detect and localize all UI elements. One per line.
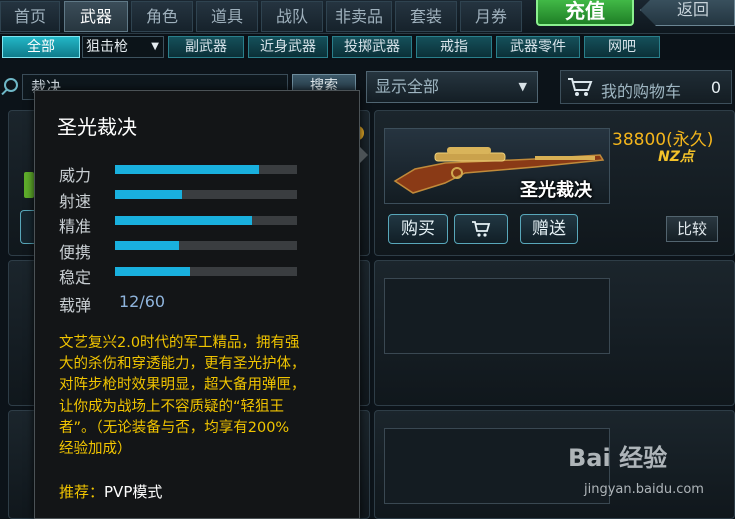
- stat-label-stability: 稳定: [59, 268, 92, 287]
- tab-characters[interactable]: 角色: [131, 1, 193, 32]
- description-line: 大的杀伤和穿透能力，更有圣光护体，: [59, 356, 306, 373]
- description-line: 者”。（无论装备与否，均享有200%: [59, 419, 290, 436]
- item-description: 文艺复兴2.0时代的军工精品，拥有强 大的杀伤和穿透能力，更有圣光护体， 对阵步…: [59, 333, 349, 460]
- tab-not-for-sale[interactable]: 非卖品: [326, 1, 392, 32]
- stat-bar-fill: [115, 165, 259, 174]
- ammo-label: 载弹: [59, 296, 92, 315]
- stat-label-portability: 便携: [59, 243, 92, 262]
- description-line: 文艺复兴2.0时代的军工精品，拥有强: [59, 335, 300, 351]
- item-tooltip: 圣光裁决 威力 射速 精准 便携 稳定 载弹 12/60 文艺复兴2.0时代的军…: [34, 90, 360, 519]
- stat-label-power: 威力: [59, 166, 92, 185]
- subtab-throwing[interactable]: 投掷武器: [332, 36, 412, 58]
- equip-indicator: [24, 172, 34, 198]
- stat-bar-fire-rate: [115, 190, 297, 199]
- recommend-line: 推荐：PVP模式: [59, 481, 162, 502]
- back-button[interactable]: 返回: [640, 0, 735, 26]
- subtab-all[interactable]: 全部: [2, 36, 80, 58]
- stat-bar-fill: [115, 216, 252, 225]
- item-image-name: 圣光裁决: [520, 180, 592, 201]
- chevron-down-icon: ▼: [151, 41, 159, 52]
- ammo-value: 12/60: [119, 292, 166, 311]
- shopping-cart-icon: [568, 78, 593, 96]
- recommend-value: PVP模式: [104, 483, 163, 501]
- cart-label: 我的购物车: [601, 82, 682, 101]
- watermark-site: jingyan.baidu.com: [584, 482, 704, 497]
- stat-bar-portability: [115, 241, 297, 250]
- gift-button[interactable]: 赠送: [520, 214, 578, 244]
- add-to-cart-button[interactable]: [454, 214, 508, 244]
- cart-count: 0: [710, 78, 721, 97]
- tab-monthly-voucher[interactable]: 月券: [460, 1, 522, 32]
- tooltip-title: 圣光裁决: [57, 115, 137, 139]
- recommend-label: 推荐：: [59, 483, 105, 501]
- stat-bar-accuracy: [115, 216, 297, 225]
- tab-clan[interactable]: 战队: [261, 1, 323, 32]
- item-image-placeholder: [384, 278, 610, 354]
- tab-sets[interactable]: 套装: [395, 1, 457, 32]
- description-line: 对阵步枪时效果明显，超大备用弹匣，: [59, 377, 306, 394]
- stat-bar-stability: [115, 267, 297, 276]
- stat-bar-fill: [115, 190, 183, 199]
- currency-label: NZ点: [658, 149, 694, 165]
- stat-bar-fill: [115, 267, 190, 276]
- buy-button-partial[interactable]: [20, 210, 34, 244]
- stat-bar-power: [115, 165, 297, 174]
- cart-icon: [472, 221, 491, 237]
- compare-button[interactable]: 比较: [666, 216, 718, 242]
- display-filter-value: 显示全部: [375, 77, 440, 96]
- stat-label-fire-rate: 射速: [59, 192, 92, 211]
- subtab-weapon-parts[interactable]: 武器零件: [496, 36, 580, 58]
- description-line: 经验加成）: [59, 441, 132, 458]
- weapon-type-select[interactable]: 狙击枪 ▼: [82, 36, 164, 58]
- tab-items[interactable]: 道具: [196, 1, 258, 32]
- subtab-netcafe[interactable]: 网吧: [584, 36, 660, 58]
- recharge-button[interactable]: 充值: [536, 0, 634, 26]
- chevron-down-icon: ▼: [518, 80, 527, 93]
- subtab-melee[interactable]: 近身武器: [248, 36, 328, 58]
- tab-weapons[interactable]: 武器: [64, 1, 128, 32]
- buy-button[interactable]: 购买: [388, 214, 448, 244]
- subtab-secondary[interactable]: 副武器: [168, 36, 244, 58]
- weapon-type-value: 狙击枪: [86, 39, 128, 55]
- tab-home[interactable]: 首页: [0, 1, 60, 32]
- display-filter-select[interactable]: 显示全部 ▼: [366, 71, 538, 103]
- tooltip-pointer: [359, 146, 368, 164]
- stat-bar-fill: [115, 241, 179, 250]
- search-icon: [4, 78, 18, 92]
- shopping-cart[interactable]: 我的购物车 0: [560, 70, 732, 104]
- watermark-text: Bai 经验: [568, 444, 668, 472]
- subtab-rings[interactable]: 戒指: [416, 36, 492, 58]
- top-nav-bar: 首页 武器 角色 道具 战队 非卖品 套装 月券 充值 返回: [0, 0, 735, 34]
- stat-label-accuracy: 精准: [59, 217, 92, 236]
- description-line: 让你成为战场上不容质疑的“轻狙王: [59, 398, 285, 415]
